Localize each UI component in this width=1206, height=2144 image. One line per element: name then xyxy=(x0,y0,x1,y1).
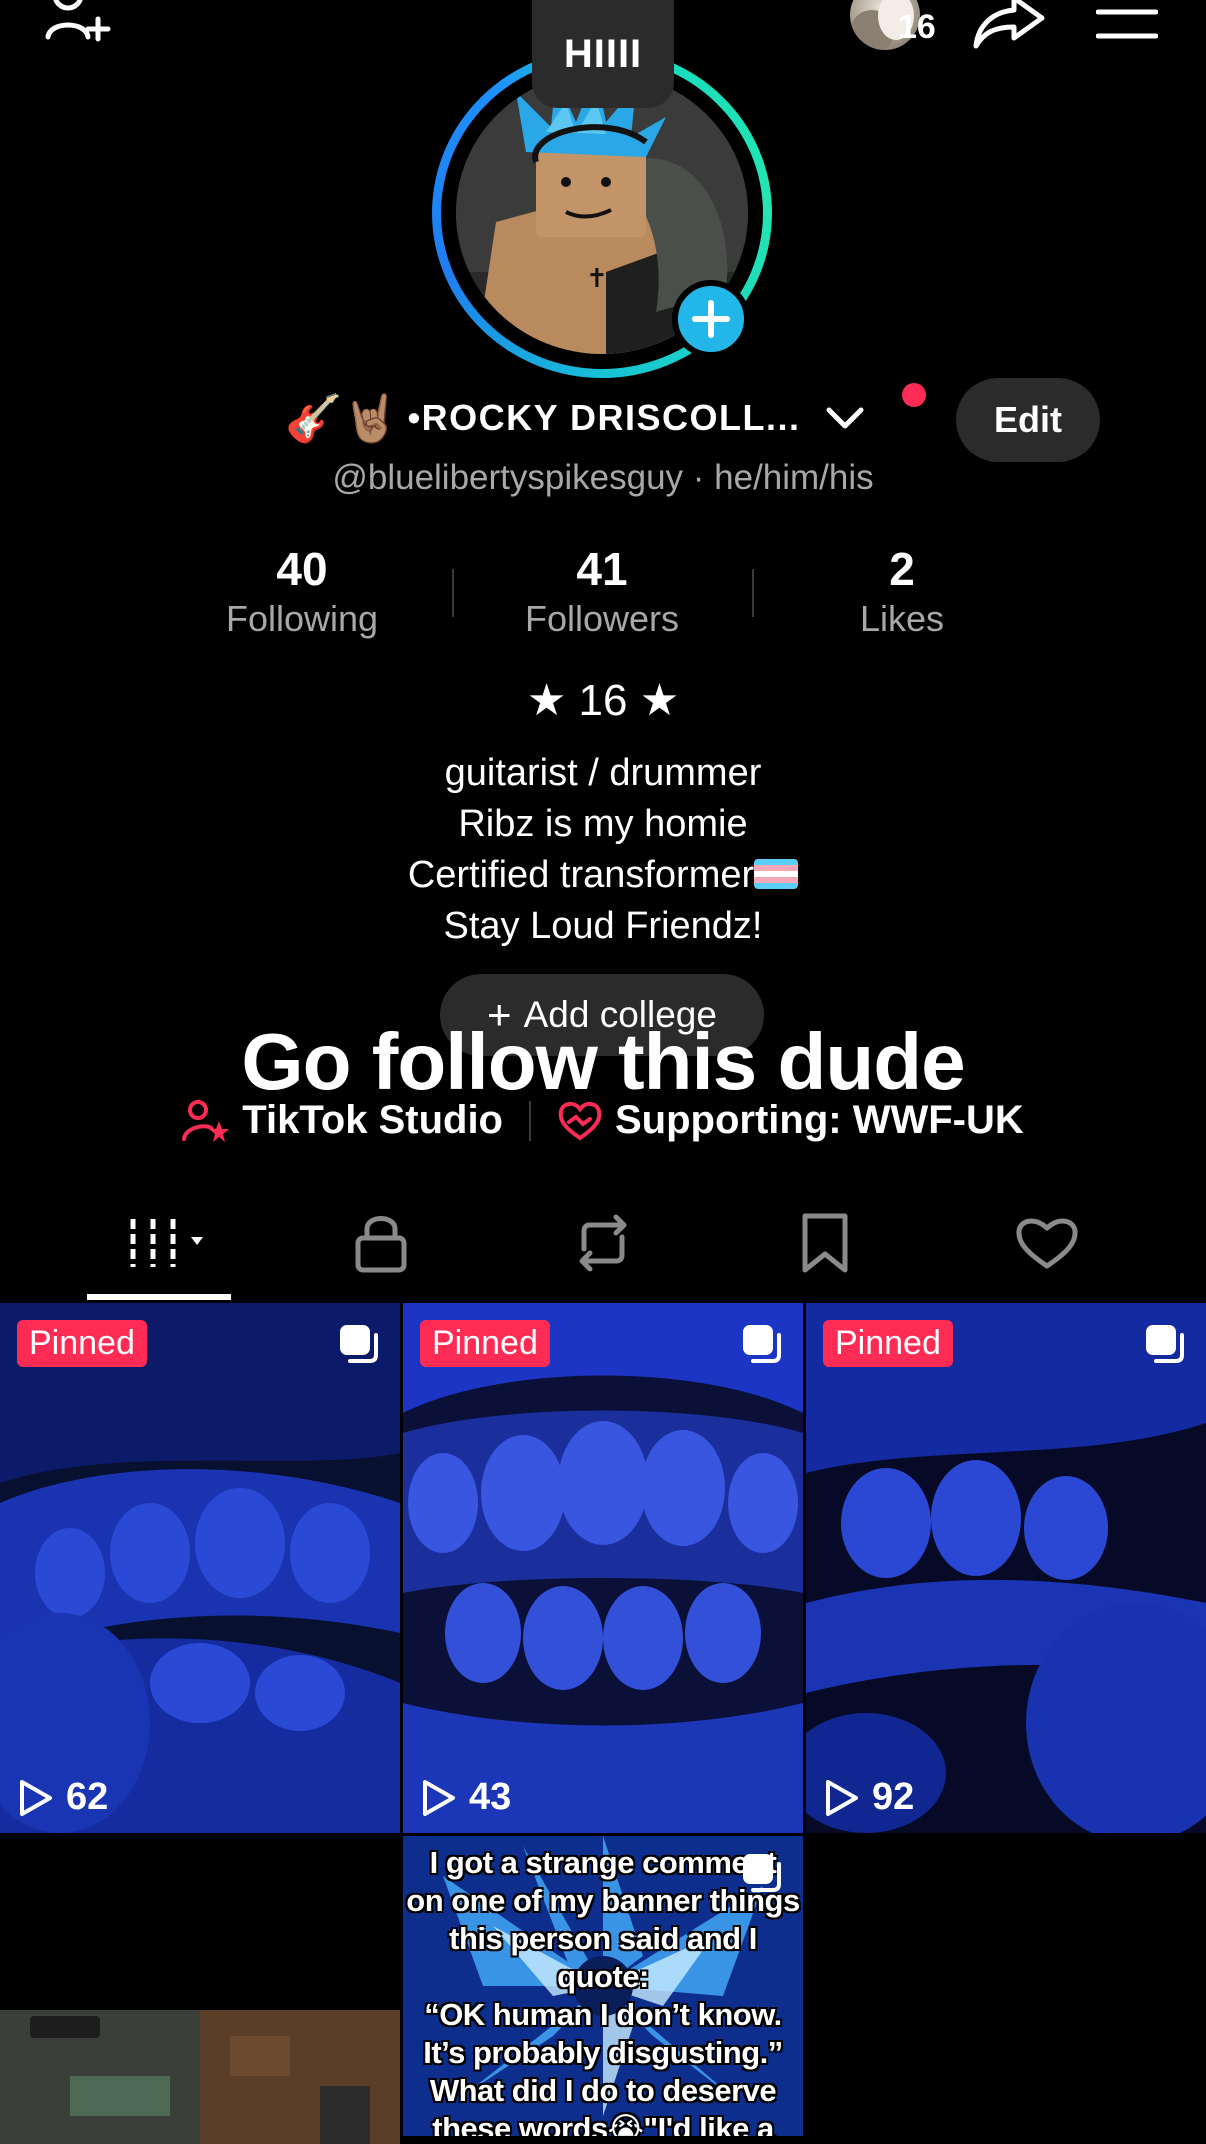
share-button[interactable] xyxy=(970,0,1048,54)
video-tile[interactable]: I got a strange comment on one of my ban… xyxy=(403,1836,803,2136)
video-tile[interactable]: Pinned 43 xyxy=(403,1303,803,1833)
play-icon xyxy=(423,1779,455,1816)
video-tile[interactable]: Pinned 62 xyxy=(0,1303,400,1833)
supporting-label: Supporting: WWF-UK xyxy=(615,1098,1024,1142)
stars-line: ★ 16 ★ xyxy=(526,676,680,725)
likes-label: Likes xyxy=(859,598,945,639)
bio-line: Certified transformer xyxy=(407,854,755,896)
pinned-badge: Pinned xyxy=(420,1320,550,1367)
tab-active-indicator xyxy=(87,1294,231,1300)
svg-text:✝: ✝ xyxy=(586,264,608,294)
view-count-value: 62 xyxy=(66,1776,109,1818)
supporting-link[interactable]: Supporting: WWF-UK xyxy=(557,1098,1024,1143)
chevron-down-icon[interactable] xyxy=(821,398,869,438)
video-thumbnail xyxy=(0,1836,400,2144)
grid-icon xyxy=(130,1219,203,1267)
display-name-row[interactable]: 🎸🤘🏽 •ROCKY DRISCOLL... xyxy=(285,388,869,448)
repost-icon xyxy=(579,1214,627,1272)
video-thumbnail xyxy=(403,1303,803,1833)
pinned-badge: Pinned xyxy=(17,1320,147,1367)
carousel-icon xyxy=(340,1325,378,1363)
video-tile[interactable]: Pinned 92 xyxy=(806,1303,1206,1833)
bio-line: Stay Loud Friendz! xyxy=(443,905,763,947)
plus-icon xyxy=(692,300,730,338)
tab-videos[interactable] xyxy=(99,1208,219,1278)
tab-liked[interactable] xyxy=(987,1208,1107,1278)
tab-reposts[interactable] xyxy=(543,1208,663,1278)
story-count: 16 xyxy=(898,8,936,46)
video-tile[interactable] xyxy=(0,1836,400,2144)
profile-note[interactable]: HIIII xyxy=(532,0,674,108)
stat-followers[interactable]: 41 Followers xyxy=(452,542,752,640)
followers-label: Followers xyxy=(524,598,680,639)
bio-line-flag: Certified transformer xyxy=(0,850,1206,901)
stat-likes[interactable]: 2 Likes xyxy=(752,542,1052,640)
add-user-icon xyxy=(45,0,111,42)
view-count: 92 xyxy=(822,1776,914,1819)
tiktok-studio-link[interactable]: TikTok Studio xyxy=(182,1098,503,1143)
tab-private[interactable] xyxy=(321,1208,441,1278)
heart-icon xyxy=(1016,1218,1078,1269)
link-divider xyxy=(529,1100,531,1141)
view-count-value: 92 xyxy=(872,1776,915,1818)
bio-line: guitarist / drummer xyxy=(444,752,762,794)
following-count: 40 xyxy=(276,543,328,595)
stat-following[interactable]: 40 Following xyxy=(152,542,452,640)
name-emojis: 🎸🤘🏽 xyxy=(285,392,400,444)
video-thumbnail xyxy=(0,1303,400,1833)
tiktok-studio-label: TikTok Studio xyxy=(242,1098,503,1142)
menu-button[interactable] xyxy=(1096,4,1158,44)
share-icon xyxy=(973,0,1045,49)
view-count-value: 43 xyxy=(469,1776,512,1818)
bio-line: Ribz is my homie xyxy=(458,803,748,845)
add-story-button[interactable] xyxy=(672,280,750,358)
carousel-icon xyxy=(1146,1325,1184,1363)
charity-heart-icon xyxy=(558,1101,602,1140)
following-label: Following xyxy=(225,598,379,639)
likes-count: 2 xyxy=(889,543,915,595)
creator-star-icon xyxy=(182,1099,230,1142)
view-count: 43 xyxy=(419,1776,511,1819)
play-icon xyxy=(20,1779,52,1816)
username-handle: @bluelibertyspikesguy · he/him/his xyxy=(332,458,874,497)
overlay-caption: Go follow this dude xyxy=(241,1017,965,1106)
view-count: 62 xyxy=(16,1776,108,1819)
menu-icon xyxy=(1096,9,1158,39)
trans-flag-icon xyxy=(754,859,799,889)
video-thumbnail xyxy=(806,1303,1206,1833)
profile-links-row: TikTok Studio Supporting: WWF-UK xyxy=(0,1098,1206,1143)
followers-count: 41 xyxy=(576,543,628,595)
play-icon xyxy=(826,1779,858,1816)
pinned-badge: Pinned xyxy=(823,1320,953,1367)
carousel-icon xyxy=(743,1325,781,1363)
bio: guitarist / drummer Ribz is my homie Cer… xyxy=(0,748,1206,952)
display-name: •ROCKY DRISCOLL... xyxy=(407,397,801,438)
lock-icon xyxy=(355,1216,407,1273)
edit-profile-button[interactable]: Edit xyxy=(956,378,1100,462)
notification-dot xyxy=(902,383,926,407)
carousel-icon xyxy=(743,1854,781,1892)
add-friends-button[interactable] xyxy=(40,0,120,50)
tab-favorites[interactable] xyxy=(765,1208,885,1278)
bookmark-icon xyxy=(802,1213,848,1273)
